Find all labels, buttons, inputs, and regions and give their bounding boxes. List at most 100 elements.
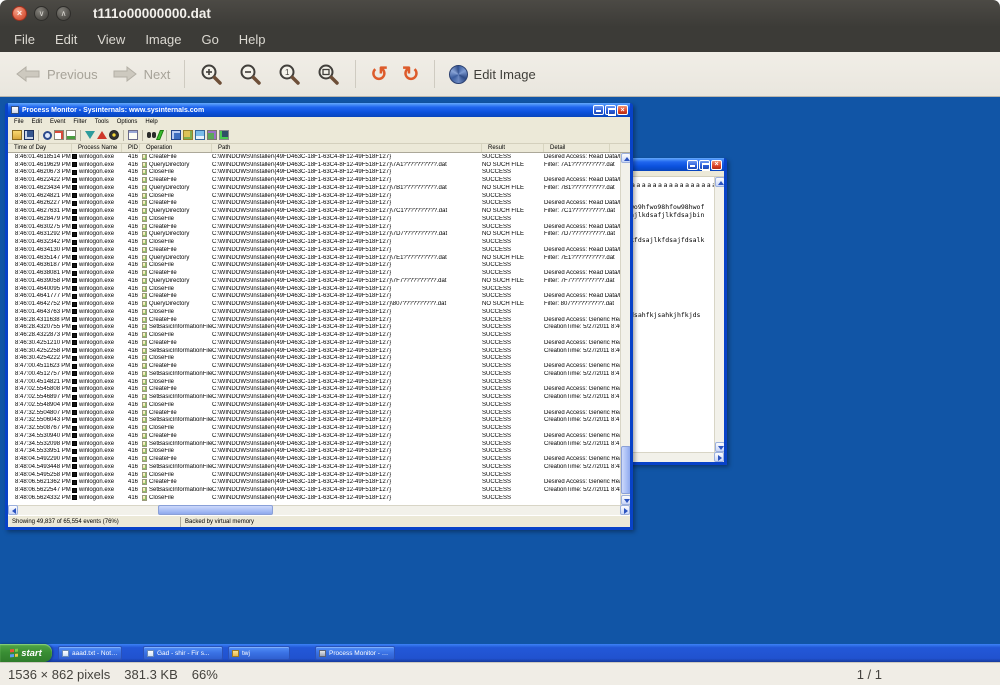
event-row[interactable]: 8:46:28.4322873 PM winlogon.exe 416 Clos… (8, 331, 620, 339)
notepad-minimize-button[interactable] (687, 160, 698, 170)
event-row[interactable]: 8:46:01.4623434 PM winlogon.exe 416 Quer… (8, 184, 620, 192)
procmon-toolbar-icon[interactable] (12, 130, 22, 140)
event-row[interactable]: 8:46:01.4640095 PM winlogon.exe 416 Clos… (8, 285, 620, 293)
menu-item[interactable]: File (4, 29, 45, 50)
notepad-maximize-button[interactable] (699, 160, 710, 170)
event-row[interactable]: 8:47:00.4511623 PM winlogon.exe 416 Crea… (8, 362, 620, 370)
menu-item[interactable]: View (87, 29, 135, 50)
event-row[interactable]: 8:48:06.5624332 PM winlogon.exe 416 Clos… (8, 494, 620, 502)
start-button[interactable]: start (0, 644, 52, 662)
column-header-pid[interactable]: PID (122, 144, 140, 152)
taskbar-button[interactable]: Gad - shir - Fir s... (143, 646, 223, 660)
procmon-vertical-scrollbar[interactable] (620, 153, 630, 505)
menu-item[interactable]: Image (135, 29, 191, 50)
procmon-toolbar-icon[interactable] (147, 132, 151, 138)
notepad-vertical-scrollbar[interactable] (714, 177, 724, 452)
event-row[interactable]: 8:46:01.4641777 PM winlogon.exe 416 Crea… (8, 293, 620, 301)
event-row[interactable]: 8:46:01.4631292 PM winlogon.exe 416 Quer… (8, 231, 620, 239)
procmon-toolbar-icon[interactable] (97, 131, 107, 139)
event-row[interactable]: 8:46:01.4638081 PM winlogon.exe 416 Crea… (8, 269, 620, 277)
event-row[interactable]: 8:46:01.4642752 PM winlogon.exe 416 Quer… (8, 300, 620, 308)
procmon-toolbar-icon[interactable] (80, 130, 81, 141)
event-row[interactable]: 8:46:01.4619629 PM winlogon.exe 416 Quer… (8, 161, 620, 169)
column-header-detail[interactable]: Detail (544, 144, 610, 152)
procmon-menu-item[interactable]: Filter (69, 119, 90, 125)
event-row[interactable]: 8:46:01.4618514 PM winlogon.exe 416 Crea… (8, 153, 620, 161)
close-button[interactable]: × (12, 6, 27, 21)
event-row[interactable]: 8:48:06.5622547 PM winlogon.exe 416 SetB… (8, 486, 620, 494)
menu-item[interactable]: Edit (45, 29, 87, 50)
procmon-toolbar-icon[interactable] (156, 130, 164, 140)
menu-item[interactable]: Go (191, 29, 228, 50)
procmon-toolbar-icon[interactable] (142, 130, 143, 141)
procmon-toolbar-icon[interactable] (166, 130, 167, 141)
event-row[interactable]: 8:46:30.4252258 PM winlogon.exe 416 SetB… (8, 347, 620, 355)
procmon-toolbar-icon[interactable] (171, 130, 181, 140)
column-header-process[interactable]: Process Name (72, 144, 122, 152)
event-row[interactable]: 8:47:02.5548904 PM winlogon.exe 416 Clos… (8, 401, 620, 409)
event-row[interactable]: 8:46:01.4627631 PM winlogon.exe 416 Quer… (8, 207, 620, 215)
zoom-out-button[interactable] (231, 58, 270, 90)
event-row[interactable]: 8:46:01.4624821 PM winlogon.exe 416 Clos… (8, 192, 620, 200)
procmon-menu-item[interactable]: Tools (91, 119, 113, 125)
column-header-time[interactable]: Time of Day (8, 144, 72, 152)
event-row[interactable]: 8:46:01.4643763 PM winlogon.exe 416 Clos… (8, 308, 620, 316)
zoom-fit-button[interactable] (309, 58, 348, 90)
procmon-toolbar-icon[interactable] (66, 130, 76, 140)
event-row[interactable]: 8:48:04.5493448 PM winlogon.exe 416 SetB… (8, 463, 620, 471)
procmon-toolbar-icon[interactable] (207, 130, 217, 140)
procmon-toolbar-icon[interactable] (43, 131, 52, 140)
procmon-menu-item[interactable]: File (10, 119, 28, 125)
zoom-normal-button[interactable]: 1 (270, 58, 309, 90)
taskbar-button[interactable]: aaad.txt - Notepa... (58, 646, 122, 660)
event-row[interactable]: 8:47:32.5506043 PM winlogon.exe 416 SetB… (8, 417, 620, 425)
event-row[interactable]: 8:46:01.4630275 PM winlogon.exe 416 Crea… (8, 223, 620, 231)
event-row[interactable]: 8:46:01.4628479 PM winlogon.exe 416 Clos… (8, 215, 620, 223)
event-row[interactable]: 8:46:01.4635147 PM winlogon.exe 416 Quer… (8, 254, 620, 262)
column-header-path[interactable]: Path (212, 144, 482, 152)
procmon-toolbar-icon[interactable] (183, 130, 193, 140)
taskbar-button[interactable]: twj (228, 646, 290, 660)
scroll-down-arrow[interactable] (715, 442, 724, 452)
column-header-operation[interactable]: Operation (140, 144, 212, 152)
procmon-menu-item[interactable]: Event (46, 119, 69, 125)
procmon-close-button[interactable]: × (617, 105, 628, 115)
event-row[interactable]: 8:48:04.5495258 PM winlogon.exe 416 Clos… (8, 471, 620, 479)
previous-button[interactable]: Previous (8, 61, 105, 87)
scroll-up-arrow[interactable] (715, 177, 724, 187)
event-row[interactable]: 8:46:01.4632342 PM winlogon.exe 416 Clos… (8, 238, 620, 246)
procmon-toolbar-icon[interactable] (85, 131, 95, 139)
menu-item[interactable]: Help (229, 29, 276, 50)
event-row[interactable]: 8:46:28.4311638 PM winlogon.exe 416 Crea… (8, 316, 620, 324)
event-row[interactable]: 8:47:00.4512757 PM winlogon.exe 416 SetB… (8, 370, 620, 378)
event-row[interactable]: 8:47:34.5532098 PM winlogon.exe 416 SetB… (8, 440, 620, 448)
event-row[interactable]: 8:46:01.4636187 PM winlogon.exe 416 Clos… (8, 262, 620, 270)
column-header-result[interactable]: Result (482, 144, 544, 152)
event-row[interactable]: 8:48:04.5492290 PM winlogon.exe 416 Crea… (8, 455, 620, 463)
scroll-down-arrow[interactable] (621, 495, 630, 505)
procmon-toolbar-icon[interactable] (219, 130, 229, 140)
procmon-toolbar-icon[interactable] (195, 130, 205, 140)
scroll-left-arrow[interactable] (8, 505, 18, 515)
event-row[interactable]: 8:46:28.4320755 PM winlogon.exe 416 SetB… (8, 324, 620, 332)
procmon-toolbar-icon[interactable] (24, 130, 34, 140)
procmon-horizontal-scrollbar[interactable] (8, 505, 630, 515)
event-row[interactable]: 8:46:01.4626227 PM winlogon.exe 416 Crea… (8, 200, 620, 208)
procmon-window[interactable]: Process Monitor - Sysinternals: www.sysi… (5, 103, 633, 530)
procmon-toolbar-icon[interactable] (109, 130, 119, 140)
event-row[interactable]: 8:47:32.5504807 PM winlogon.exe 416 Crea… (8, 409, 620, 417)
taskbar-button[interactable]: Process Monitor - Sy... (315, 646, 395, 660)
procmon-toolbar-icon[interactable] (38, 130, 39, 141)
scroll-thumb[interactable] (158, 505, 273, 515)
zoom-in-button[interactable] (192, 58, 231, 90)
procmon-titlebar[interactable]: Process Monitor - Sysinternals: www.sysi… (8, 103, 630, 117)
event-row[interactable]: 8:47:00.4514821 PM winlogon.exe 416 Clos… (8, 378, 620, 386)
rotate-left-button[interactable]: ↺ (363, 60, 395, 89)
procmon-minimize-button[interactable] (593, 105, 604, 115)
minimize-button[interactable]: ∨ (34, 6, 49, 21)
event-row[interactable]: 8:46:01.4634130 PM winlogon.exe 416 Crea… (8, 246, 620, 254)
procmon-toolbar-icon[interactable] (54, 130, 64, 140)
event-row[interactable]: 8:46:01.4620673 PM winlogon.exe 416 Clos… (8, 169, 620, 177)
event-row[interactable]: 8:47:32.5508767 PM winlogon.exe 416 Clos… (8, 424, 620, 432)
procmon-menu-item[interactable]: Edit (28, 119, 46, 125)
